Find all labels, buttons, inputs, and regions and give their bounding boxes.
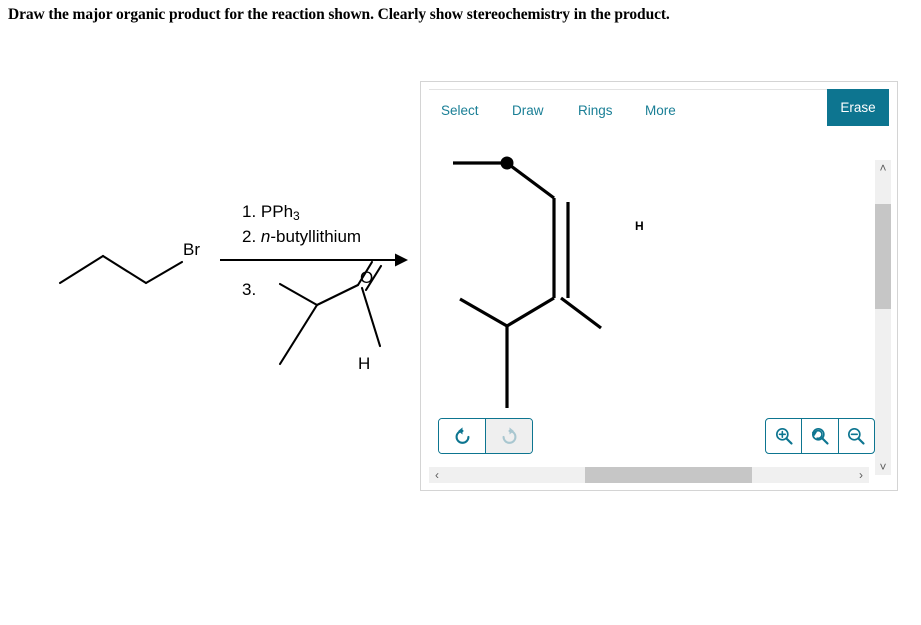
- zoom-in-icon: [775, 428, 793, 445]
- atom-label-h: H: [358, 354, 371, 373]
- horizontal-scroll-thumb[interactable]: [585, 467, 752, 483]
- drawn-product-bonds: [453, 161, 602, 408]
- reaction-scheme-svg: [58, 253, 408, 366]
- undo-arrow-icon: [455, 426, 469, 444]
- scroll-left-icon[interactable]: ‹: [429, 467, 445, 483]
- zoom-out-icon: [848, 428, 865, 445]
- history-controls: [438, 418, 533, 454]
- zoom-out-button[interactable]: [839, 419, 874, 453]
- undo-button[interactable]: [439, 419, 486, 453]
- horizontal-scroll-track[interactable]: [445, 467, 853, 483]
- editor-toolbar: Select Draw Rings More Erase: [429, 89, 889, 129]
- vertical-scrollbar[interactable]: ˄ ˅: [875, 160, 891, 475]
- erase-button[interactable]: Erase: [827, 89, 889, 126]
- scroll-right-icon[interactable]: ›: [853, 467, 869, 483]
- zoom-reset-button[interactable]: [802, 419, 839, 453]
- vertex-marker-dot: [500, 156, 514, 170]
- atom-label-br: Br: [183, 240, 200, 259]
- zoom-in-button[interactable]: [766, 419, 803, 453]
- reagent-line-1: 1. PPh3: [242, 202, 300, 223]
- reagent-line-3: 3.: [242, 280, 257, 299]
- reagent-line-2: 2. n-butyllithium: [242, 227, 362, 246]
- redo-arrow-icon: [502, 426, 516, 444]
- vertical-scroll-track[interactable]: [875, 176, 891, 459]
- scroll-down-icon[interactable]: ˅: [875, 459, 891, 475]
- reaction-arrow-graphic: [220, 253, 408, 267]
- reactant-bromopropane-bonds: [58, 254, 184, 285]
- page-title: Draw the major organic product for the r…: [8, 6, 670, 23]
- tab-rings[interactable]: Rings: [578, 98, 613, 124]
- zoom-controls: [765, 418, 875, 454]
- atom-label-o: O: [360, 268, 374, 287]
- sketch-canvas[interactable]: H: [429, 136, 869, 456]
- tab-select[interactable]: Select: [441, 98, 479, 124]
- horizontal-scrollbar[interactable]: ‹ ›: [429, 467, 869, 483]
- redo-button: [486, 419, 532, 453]
- drawn-structure-svg: [453, 156, 602, 408]
- reaction-scheme: 1. PPh3 2. n-butyllithium 3. Br O H: [40, 180, 430, 400]
- tab-draw[interactable]: Draw: [512, 98, 544, 124]
- zoom-reset-icon: [811, 428, 829, 445]
- tab-more[interactable]: More: [645, 98, 676, 124]
- vertical-scroll-thumb[interactable]: [875, 204, 891, 309]
- structure-editor-panel: Select Draw Rings More Erase H ‹ › ˄ ˅: [420, 81, 898, 491]
- scroll-up-icon[interactable]: ˄: [875, 160, 891, 176]
- canvas-atom-label-h: H: [635, 219, 644, 233]
